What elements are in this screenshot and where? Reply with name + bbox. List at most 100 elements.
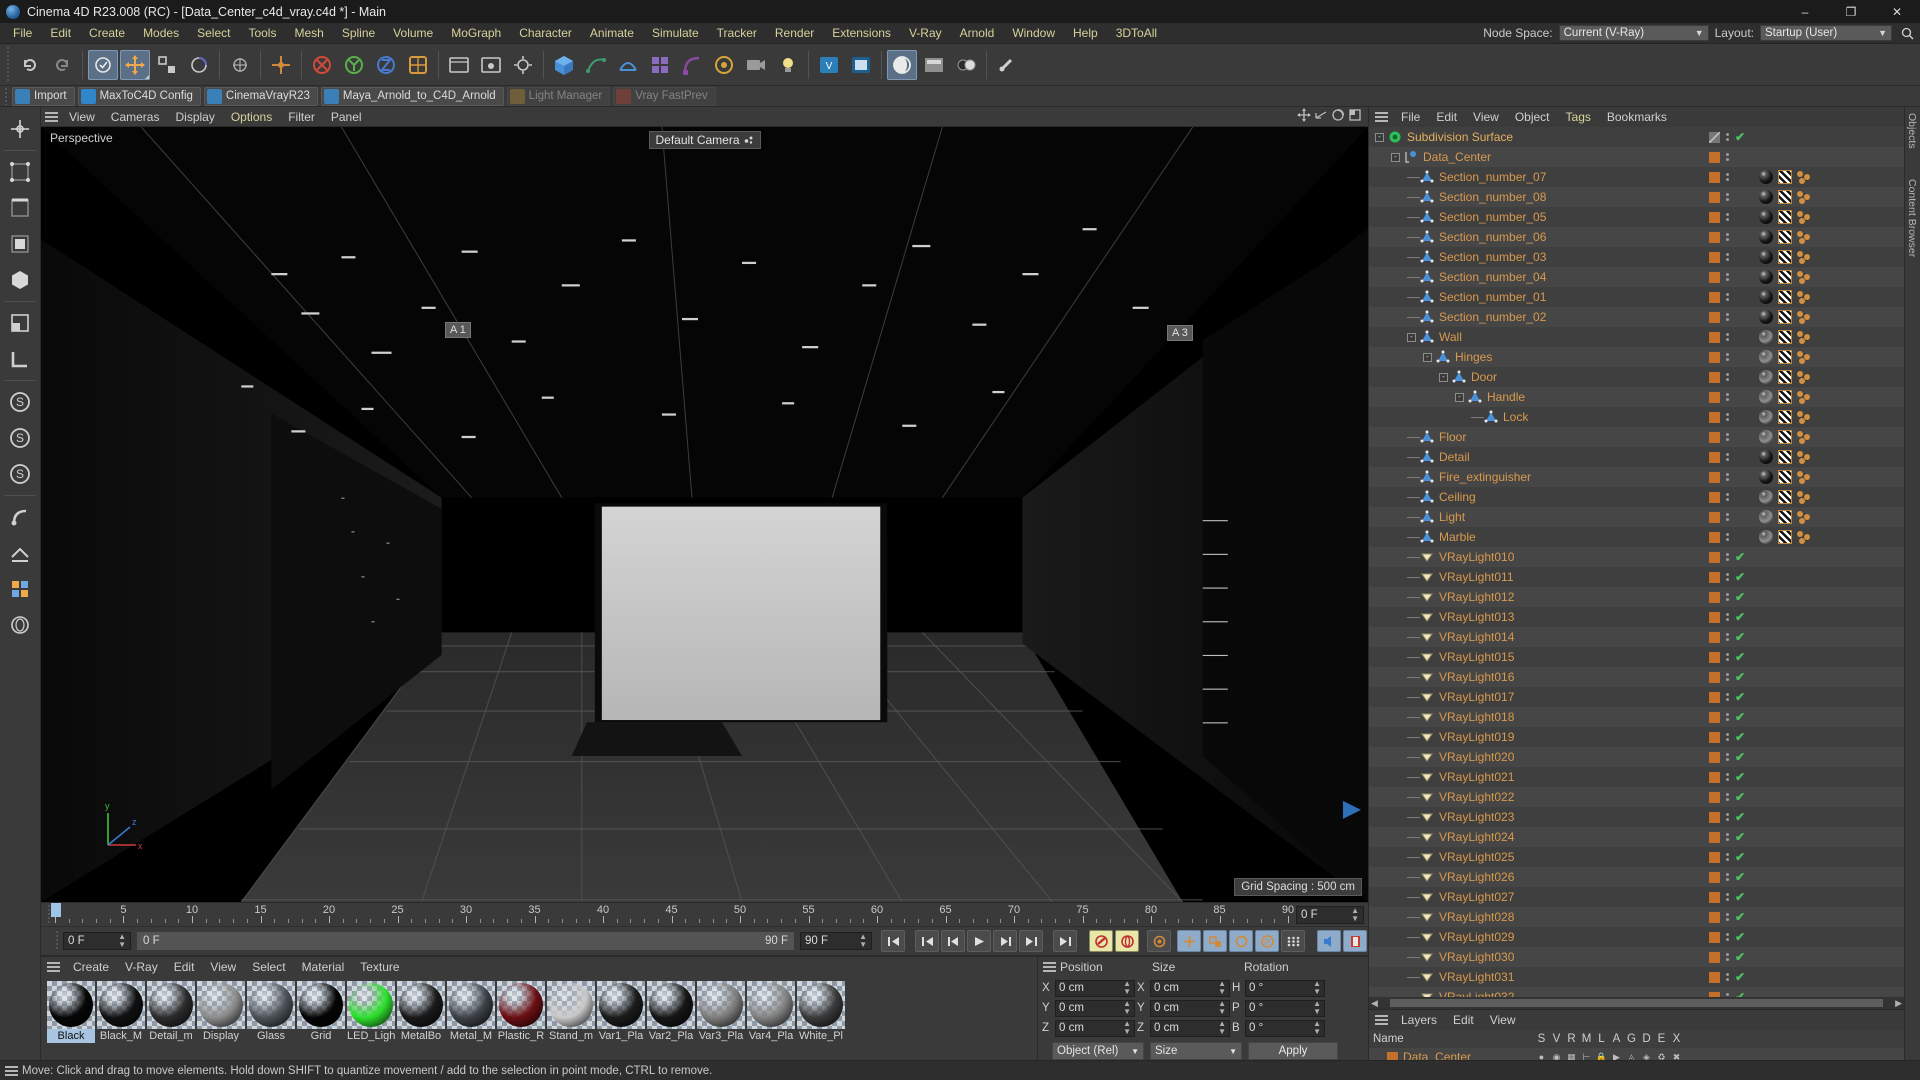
object-visibility-toggles[interactable]: ✔ xyxy=(1709,947,1745,967)
sound-button[interactable] xyxy=(1317,930,1341,952)
enabled-check-icon[interactable]: ✔ xyxy=(1735,690,1745,704)
object-row[interactable]: Section_number_02 xyxy=(1369,307,1904,327)
menu-edit[interactable]: Edit xyxy=(41,23,80,44)
viewport-menu-cameras[interactable]: Cameras xyxy=(103,107,168,127)
material-name[interactable]: Metal_M xyxy=(447,1029,495,1043)
timeline-right-frame-field[interactable]: 0 F ▲ ▼ xyxy=(1296,906,1364,924)
visibility-dots-icon[interactable] xyxy=(1726,573,1729,581)
object-name[interactable]: VRayLight011 xyxy=(1439,570,1514,584)
spinner-icon[interactable]: ▲ ▼ xyxy=(1123,1020,1131,1036)
object-tags[interactable] xyxy=(1759,307,1812,327)
viewport-display-tool[interactable] xyxy=(3,608,37,642)
enabled-check-icon[interactable]: ✔ xyxy=(1735,950,1745,964)
layer-column-s[interactable]: S xyxy=(1534,1033,1549,1045)
plugin-maxtoc4d-config[interactable]: MaxToC4D Config xyxy=(77,86,201,106)
selection-tag-icon[interactable] xyxy=(1797,330,1812,344)
visibility-dots-icon[interactable] xyxy=(1726,213,1729,221)
uv-tag-icon[interactable] xyxy=(1778,510,1792,524)
object-color-tag[interactable] xyxy=(1709,531,1720,543)
layer-column-r[interactable]: R xyxy=(1564,1033,1579,1045)
object-row[interactable]: Section_number_06 xyxy=(1369,227,1904,247)
material-name[interactable]: Stand_m xyxy=(547,1029,595,1043)
object-color-tag[interactable] xyxy=(1709,971,1720,983)
object-name[interactable]: Section_number_01 xyxy=(1439,290,1546,304)
object-name[interactable]: Section_number_08 xyxy=(1439,190,1546,204)
material-preview[interactable] xyxy=(697,981,745,1029)
object-row[interactable]: - Wall xyxy=(1369,327,1904,347)
object-visibility-toggles[interactable]: ✔ xyxy=(1709,987,1745,997)
hamburger-icon[interactable] xyxy=(1369,1015,1393,1025)
object-name[interactable]: VRayLight015 xyxy=(1439,650,1514,664)
material-menu-edit[interactable]: Edit xyxy=(166,960,203,974)
object-tree-scrollbar[interactable]: ◀ ▶ xyxy=(1369,997,1904,1009)
object-row[interactable]: VRayLight029 ✔ xyxy=(1369,927,1904,947)
material-tag-icon[interactable] xyxy=(1759,410,1773,424)
object-name[interactable]: Hinges xyxy=(1455,350,1492,364)
material-swatch[interactable]: Var1_Pla xyxy=(597,981,645,1043)
object-tags[interactable] xyxy=(1759,527,1812,547)
object-name[interactable]: VRayLight014 xyxy=(1439,630,1514,644)
visibility-dots-icon[interactable] xyxy=(1726,613,1729,621)
point-mode-tool[interactable] xyxy=(3,155,37,189)
visibility-dots-icon[interactable] xyxy=(1726,833,1729,841)
object-row[interactable]: VRayLight016 ✔ xyxy=(1369,667,1904,687)
selection-tag-icon[interactable] xyxy=(1797,510,1812,524)
menu-mograph[interactable]: MoGraph xyxy=(442,23,510,44)
material-swatch[interactable]: Grid xyxy=(297,981,345,1043)
selection-tag-icon[interactable] xyxy=(1797,490,1812,504)
object-name[interactable]: Section_number_04 xyxy=(1439,270,1546,284)
visibility-dots-icon[interactable] xyxy=(1726,713,1729,721)
visibility-dots-icon[interactable] xyxy=(1726,673,1729,681)
visibility-dots-icon[interactable] xyxy=(1726,973,1729,981)
object-color-tag[interactable] xyxy=(1709,911,1720,923)
object-name[interactable]: VRayLight024 xyxy=(1439,830,1514,844)
layer-menu-view[interactable]: View xyxy=(1482,1013,1524,1027)
uv-tag-icon[interactable] xyxy=(1778,330,1792,344)
material-swatch[interactable]: MetalBo xyxy=(397,981,445,1043)
material-name[interactable]: Grid xyxy=(297,1029,345,1043)
object-name[interactable]: VRayLight010 xyxy=(1439,550,1514,564)
spinner-icon[interactable]: ▲ ▼ xyxy=(1218,1020,1226,1036)
uv-tag-icon[interactable] xyxy=(1778,450,1792,464)
material-tag-icon[interactable] xyxy=(1759,430,1773,444)
spinner-icon[interactable]: ▲ ▼ xyxy=(1123,1000,1131,1016)
uv-tag-icon[interactable] xyxy=(1778,230,1792,244)
object-visibility-toggles[interactable] xyxy=(1709,187,1729,207)
object-color-tag[interactable] xyxy=(1709,471,1720,483)
material-swatch[interactable]: Black xyxy=(47,981,95,1043)
rotation-field[interactable]: 0 ° ▲ ▼ xyxy=(1245,1019,1325,1037)
film-button[interactable] xyxy=(1343,930,1367,952)
material-swatch[interactable]: White_Pl xyxy=(797,981,845,1043)
object-color-tag[interactable] xyxy=(1709,931,1720,943)
visibility-dots-icon[interactable] xyxy=(1726,493,1729,501)
layer-menu-edit[interactable]: Edit xyxy=(1445,1013,1482,1027)
menu-v-ray[interactable]: V-Ray xyxy=(900,23,951,44)
visibility-dots-icon[interactable] xyxy=(1726,873,1729,881)
object-name[interactable]: VRayLight027 xyxy=(1439,890,1514,904)
visibility-dots-icon[interactable] xyxy=(1726,913,1729,921)
object-name[interactable]: VRayLight018 xyxy=(1439,710,1514,724)
render-to-picture-viewer-button[interactable] xyxy=(476,50,506,80)
visibility-dots-icon[interactable] xyxy=(1726,413,1729,421)
object-row[interactable]: VRayLight027 ✔ xyxy=(1369,887,1904,907)
enabled-check-icon[interactable]: ✔ xyxy=(1735,130,1745,144)
object-row[interactable]: Section_number_07 xyxy=(1369,167,1904,187)
menu-spline[interactable]: Spline xyxy=(333,23,384,44)
selection-tag-icon[interactable] xyxy=(1797,390,1812,404)
object-visibility-toggles[interactable] xyxy=(1709,447,1729,467)
object-visibility-toggles[interactable]: ✔ xyxy=(1709,807,1745,827)
object-visibility-toggles[interactable] xyxy=(1709,307,1729,327)
object-visibility-toggles[interactable] xyxy=(1709,487,1729,507)
material-swatch[interactable]: Glass xyxy=(247,981,295,1043)
visibility-dots-icon[interactable] xyxy=(1726,813,1729,821)
object-name[interactable]: VRayLight031 xyxy=(1439,970,1514,984)
object-tags[interactable] xyxy=(1759,327,1812,347)
material-preview[interactable] xyxy=(497,981,545,1029)
object-menu-object[interactable]: Object xyxy=(1507,110,1558,124)
material-name[interactable]: Detail_m xyxy=(147,1029,195,1043)
object-row[interactable]: Light xyxy=(1369,507,1904,527)
enabled-check-icon[interactable]: ✔ xyxy=(1735,990,1745,997)
object-row[interactable]: VRayLight012 ✔ xyxy=(1369,587,1904,607)
size-mode-select[interactable]: Size ▼ xyxy=(1150,1042,1242,1060)
object-visibility-toggles[interactable] xyxy=(1709,427,1729,447)
